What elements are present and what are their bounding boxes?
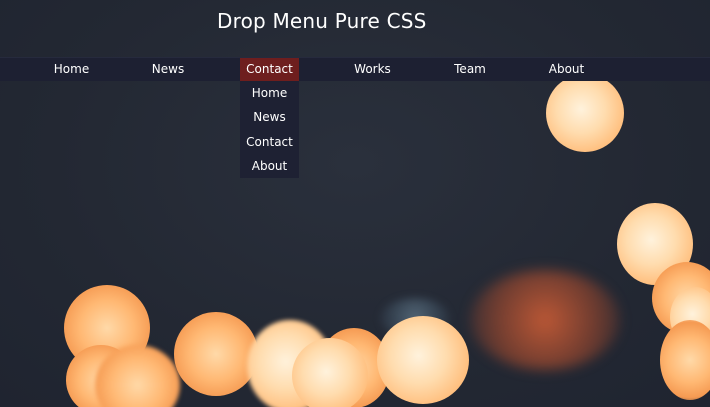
page-title: Drop Menu Pure CSS (217, 9, 427, 33)
dropdown-item-contact[interactable]: Contact (240, 130, 299, 154)
nav-item-contact[interactable]: Contact (240, 58, 299, 82)
main-navbar: Home News Contact Works Team About (0, 57, 710, 82)
nav-item-team[interactable]: Team (442, 58, 498, 82)
contact-dropdown-menu: Home News Contact About (240, 81, 299, 178)
bokeh-light (377, 316, 469, 404)
nav-item-home[interactable]: Home (44, 58, 99, 82)
dropdown-item-about[interactable]: About (240, 154, 299, 178)
bokeh-light (470, 270, 620, 370)
bokeh-light (292, 338, 368, 407)
bokeh-light (660, 320, 710, 400)
bokeh-light (546, 74, 624, 152)
dropdown-item-home[interactable]: Home (240, 81, 299, 105)
nav-item-about[interactable]: About (539, 58, 594, 82)
nav-item-news[interactable]: News (140, 58, 196, 82)
nav-item-works[interactable]: Works (343, 58, 402, 82)
page-canvas: Drop Menu Pure CSS Home News Contact Wor… (0, 0, 710, 407)
dropdown-item-news[interactable]: News (240, 105, 299, 129)
bokeh-light (174, 312, 258, 396)
